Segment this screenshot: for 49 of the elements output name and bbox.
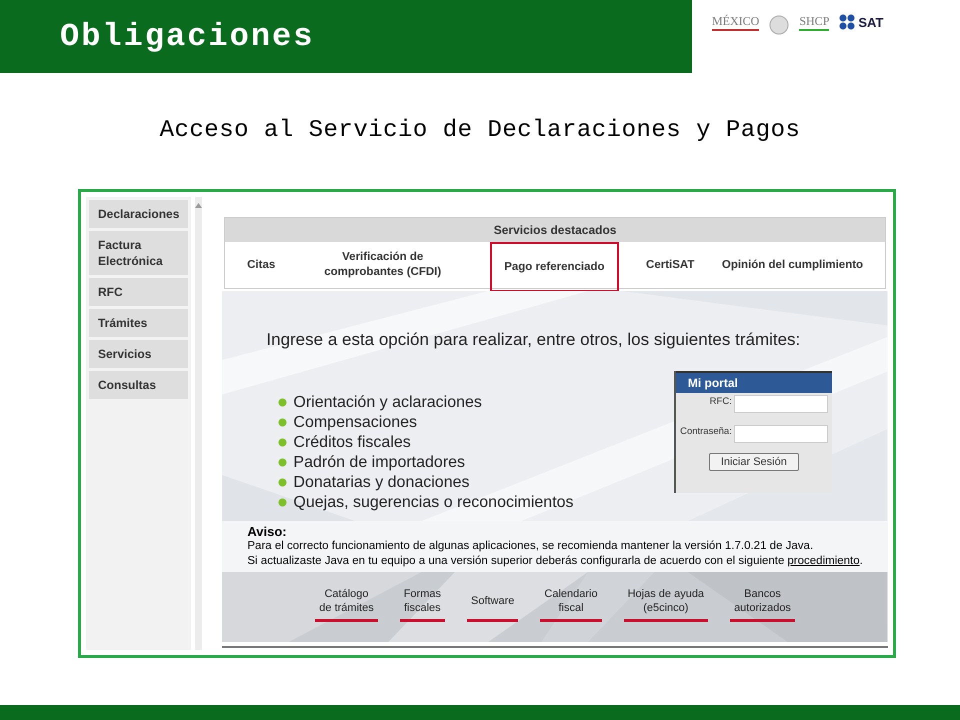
notice-text: Para el correcto funcionamiento de algunas aplicaciones, se recomienda mantener la versión 1.7.0.21 de Java. bbox=[247, 539, 814, 554]
procedure-item: Orientación y aclaraciones bbox=[293, 394, 482, 410]
field-label: Contraseña: bbox=[679, 424, 733, 438]
field-label: RFC: bbox=[708, 394, 733, 408]
scrollbar[interactable] bbox=[195, 197, 202, 650]
service-link[interactable]: Opinión del cumplimiento bbox=[722, 258, 864, 272]
procedure-item: Créditos fiscales bbox=[293, 434, 411, 450]
procedure-item: Padrón de importadores bbox=[293, 454, 466, 470]
featured-title: Servicios destacados bbox=[225, 218, 885, 242]
quick-link[interactable]: Formas fiscales bbox=[400, 582, 445, 622]
sat-logo-icon bbox=[839, 14, 856, 30]
scroll-up-icon[interactable] bbox=[195, 203, 202, 208]
notice-title: Aviso: bbox=[247, 524, 288, 539]
bullet-icon bbox=[278, 418, 288, 427]
logo-text: SAT bbox=[858, 16, 884, 28]
input-field[interactable] bbox=[734, 394, 828, 412]
sidebar-item[interactable]: RFC bbox=[89, 278, 188, 306]
input-field[interactable] bbox=[734, 424, 828, 442]
bullet-icon bbox=[278, 458, 288, 467]
sidebar-item[interactable]: Servicios bbox=[89, 340, 188, 368]
login-title: Mi portal bbox=[676, 370, 832, 392]
quick-link[interactable]: Bancos autorizados bbox=[730, 582, 795, 622]
login-button[interactable]: Iniciar Sesión bbox=[708, 452, 799, 470]
bullet-icon bbox=[278, 398, 288, 407]
procedure-link[interactable]: procedimiento bbox=[787, 554, 860, 569]
bullet-icon bbox=[278, 478, 288, 487]
intro-text: Ingrese a esta opción para realizar, entre otros, los siguientes trámites: bbox=[266, 329, 802, 351]
seal-icon bbox=[769, 14, 790, 36]
sidebar-item[interactable]: Consultas bbox=[89, 371, 188, 399]
logo-text: SHCP bbox=[799, 14, 830, 31]
procedure-item: Compensaciones bbox=[293, 414, 418, 430]
logo-text: MÉXICO bbox=[712, 14, 760, 31]
quick-link[interactable]: Hojas de ayuda (e5cinco) bbox=[624, 582, 708, 622]
quick-link[interactable]: Software bbox=[466, 582, 518, 622]
procedure-item: Quejas, sugerencias o reconocimientos bbox=[293, 494, 574, 510]
notice-text: Si actualizaste Java en tu equipo a una versión superior deberás configurarla de acuerdo con el siguiente bbox=[247, 554, 784, 569]
notice-text: . bbox=[860, 554, 863, 569]
service-link[interactable]: CertiSAT bbox=[646, 258, 694, 272]
procedure-item: Donatarias y donaciones bbox=[293, 474, 470, 490]
service-link[interactable]: Citas bbox=[247, 258, 276, 272]
subtitle: Acceso al Servicio de Declaraciones y Pagos bbox=[160, 116, 800, 146]
sidebar-item[interactable]: Declaraciones bbox=[89, 200, 188, 228]
service-link[interactable]: Verificación de comprobantes (CFDI) bbox=[302, 250, 463, 280]
sidebar-item[interactable]: Factura Electrónica bbox=[89, 231, 188, 275]
bullet-icon bbox=[278, 498, 288, 507]
quick-link[interactable]: Catálogo de trámites bbox=[315, 582, 378, 622]
slide-title: Obligaciones bbox=[60, 16, 314, 56]
sidebar-item[interactable]: Trámites bbox=[89, 309, 188, 337]
bullet-icon bbox=[278, 438, 288, 447]
